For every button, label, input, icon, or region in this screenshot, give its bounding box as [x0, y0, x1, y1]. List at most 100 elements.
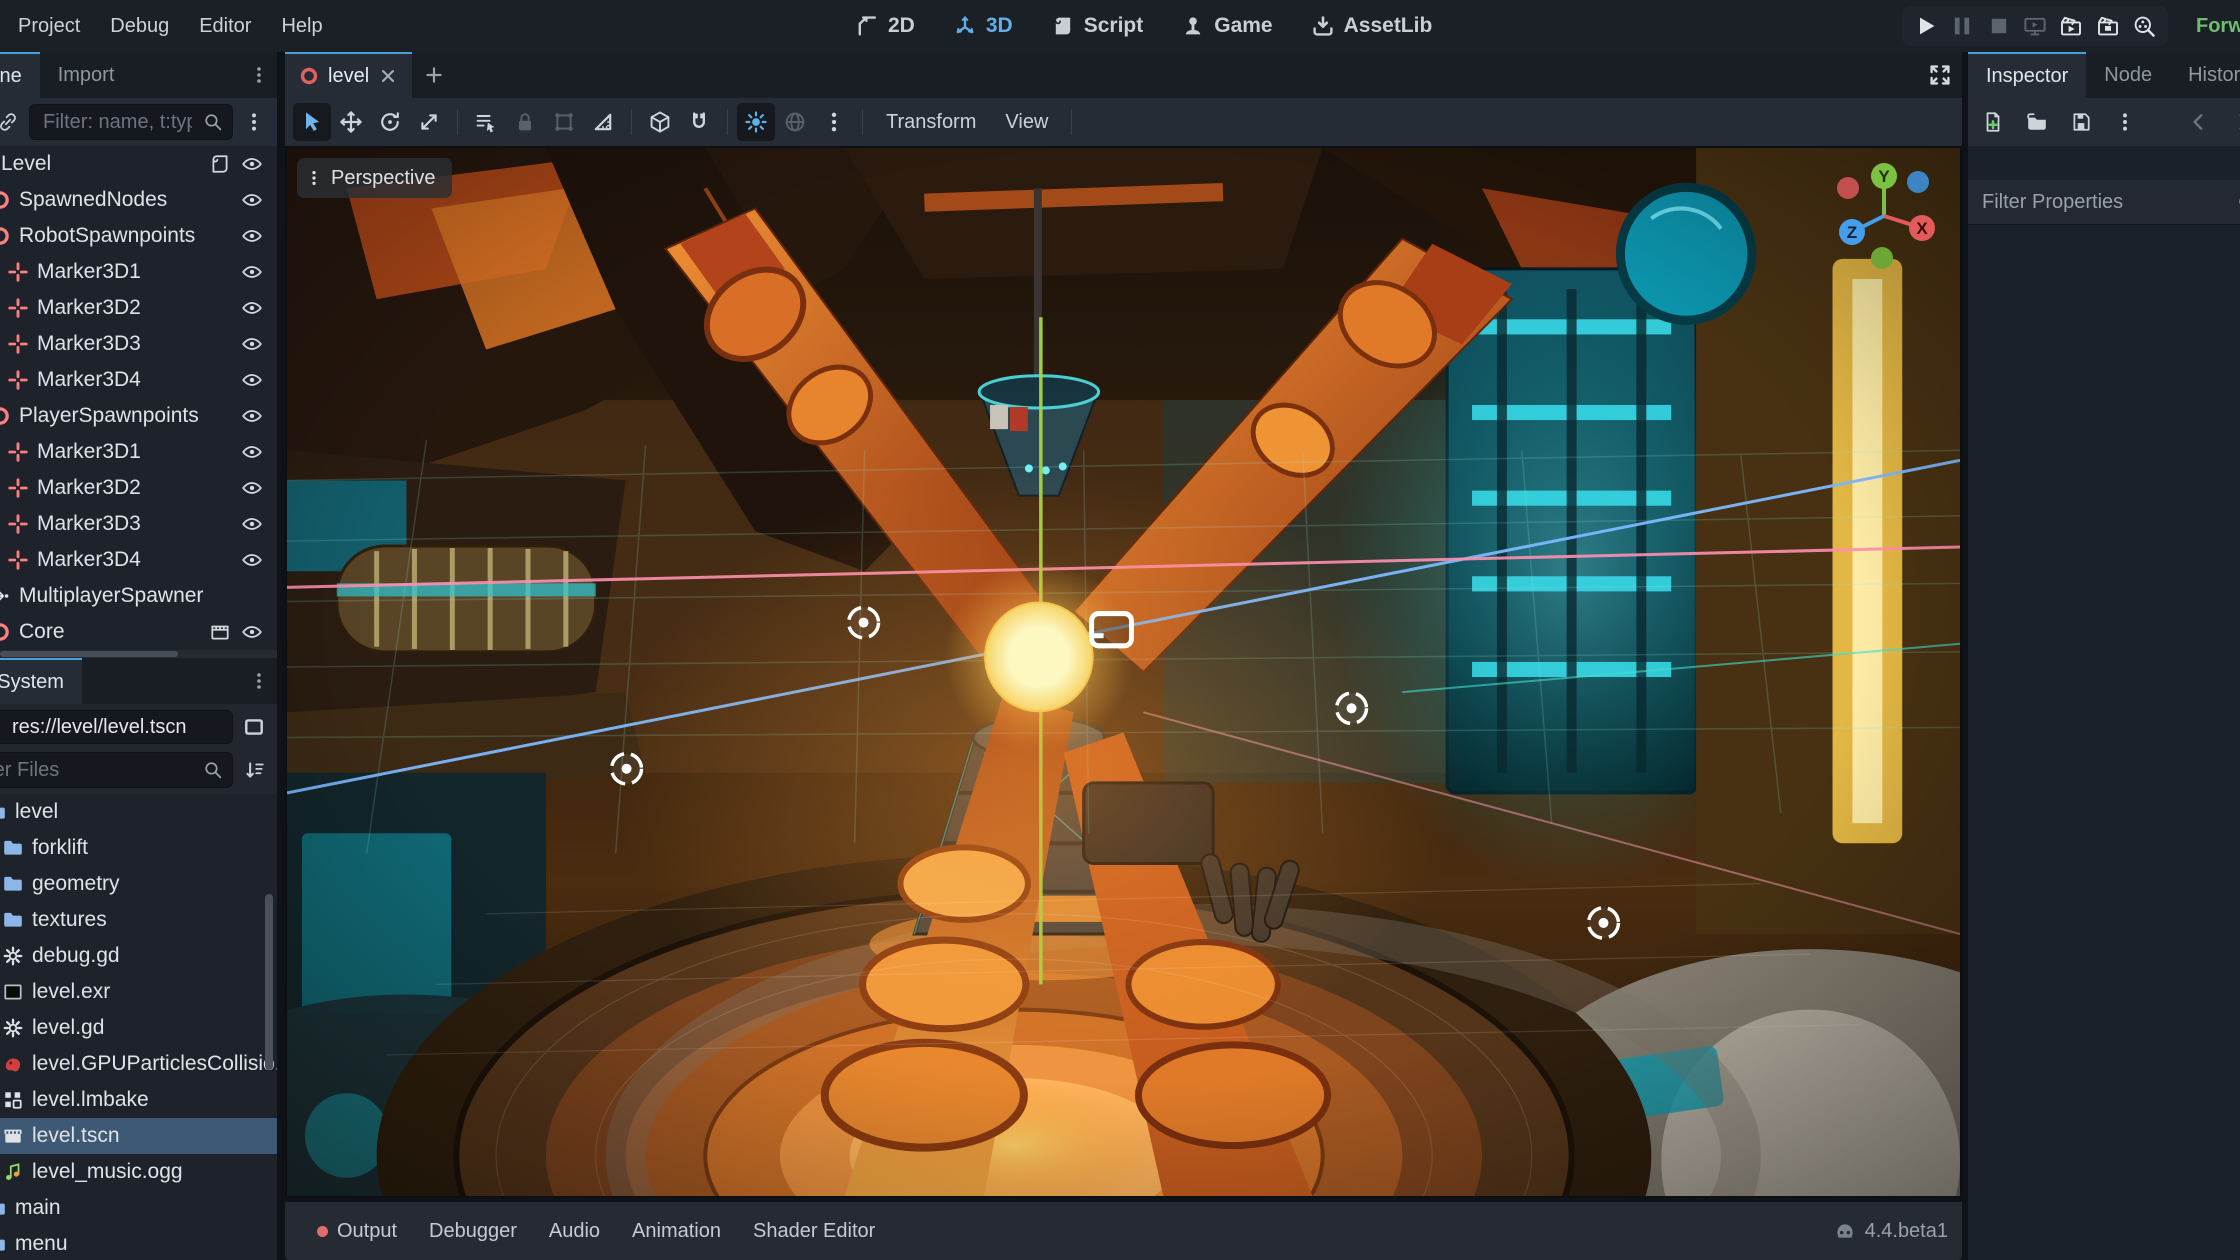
inspector-tab-node[interactable]: Node [2086, 52, 2170, 98]
inspector-tab-history[interactable]: History [2170, 52, 2240, 98]
scene-dock-tab-options[interactable] [249, 52, 269, 98]
inspector-filter[interactable]: Filter Properties [1968, 180, 2240, 225]
movie-maker-button[interactable] [2129, 11, 2159, 41]
perspective-menu[interactable]: Perspective [297, 158, 452, 198]
local-space-button[interactable] [641, 103, 679, 141]
menu-help[interactable]: Help [266, 0, 337, 52]
bottom-tab-audio[interactable]: Audio [533, 1220, 616, 1243]
history-forward-button[interactable] [2226, 105, 2240, 139]
scene-tree-row[interactable]: Marker3D3 [0, 506, 277, 542]
filesystem-dock-tab[interactable]: FileSystem [0, 658, 82, 704]
file-sort-button[interactable] [237, 753, 271, 787]
workspace-tab-2d[interactable]: 2D [855, 14, 915, 38]
file-row[interactable]: level_music.ogg [0, 1154, 277, 1190]
scene-tree-row[interactable]: Marker3D2 [0, 470, 277, 506]
list-select-tool[interactable] [467, 103, 505, 141]
filesystem-path-input[interactable] [0, 711, 232, 743]
new-resource-button[interactable] [1976, 105, 2010, 139]
scene-tree-row[interactable]: Marker3D1 [0, 254, 277, 290]
renderer-label[interactable]: Forward+ [2196, 0, 2240, 52]
instance-badge[interactable] [209, 621, 231, 643]
file-filter-input[interactable] [0, 753, 232, 787]
file-row[interactable]: debug.gd [0, 938, 277, 974]
scene-tree-row[interactable]: Marker3D2 [0, 290, 277, 326]
bottom-tab-output[interactable]: Output [301, 1220, 413, 1243]
workspace-tab-assetlib[interactable]: AssetLib [1311, 14, 1433, 38]
eye-badge[interactable] [241, 261, 263, 283]
play-custom-scene-button[interactable] [2093, 11, 2123, 41]
instantiate-scene-button[interactable] [0, 105, 25, 139]
toggle-split-mode-button[interactable] [237, 710, 271, 744]
eye-badge[interactable] [241, 333, 263, 355]
scene-dock-options-button[interactable] [237, 105, 271, 139]
scene-tree-row[interactable]: SpawnedNodes [0, 182, 277, 218]
eye-badge[interactable] [241, 441, 263, 463]
bottom-tab-debugger[interactable]: Debugger [413, 1220, 533, 1243]
scene-tree-row[interactable]: Marker3D4 [0, 542, 277, 578]
file-row[interactable]: level.gd [0, 1010, 277, 1046]
scene-tree-row[interactable]: MultiplayerSpawner [0, 578, 277, 614]
scene-tree-row[interactable]: PlayerSpawnpoints [0, 398, 277, 434]
rotate-tool[interactable] [371, 103, 409, 141]
scene-tree-row[interactable]: Core [0, 614, 277, 650]
workspace-tab-3d[interactable]: 3D [953, 14, 1013, 38]
eye-badge[interactable] [241, 513, 263, 535]
expand-viewport-button[interactable] [1928, 52, 1952, 98]
bottom-tab-animation[interactable]: Animation [616, 1220, 737, 1243]
file-row[interactable]: forklift [0, 830, 277, 866]
file-row[interactable]: level.tscn [0, 1118, 277, 1154]
scene-dock-tab-import[interactable]: Import [40, 52, 133, 98]
load-resource-button[interactable] [2020, 105, 2054, 139]
scene-tree-row[interactable]: Marker3D3 [0, 326, 277, 362]
eye-badge[interactable] [241, 477, 263, 499]
scene-tree-row[interactable]: Marker3D1 [0, 434, 277, 470]
menu-project[interactable]: Project [3, 0, 95, 52]
script-badge[interactable] [209, 153, 231, 175]
resource-options-button[interactable] [2108, 105, 2142, 139]
viewport-menu-view[interactable]: View [991, 111, 1062, 134]
file-row[interactable]: textures [0, 902, 277, 938]
close-scene-tab-icon[interactable] [378, 66, 398, 86]
filesystem-dock-tab-options[interactable] [249, 658, 269, 704]
scene-tree-hscrollbar[interactable] [0, 650, 277, 658]
file-row[interactable]: level.lmbake [0, 1082, 277, 1118]
file-row[interactable]: geometry [0, 866, 277, 902]
file-row[interactable]: main [0, 1190, 277, 1226]
eye-badge[interactable] [241, 549, 263, 571]
file-row[interactable]: level.exr [0, 974, 277, 1010]
file-list-scrollbar[interactable] [265, 894, 273, 1070]
scene-tree-row[interactable]: RobotSpawnpoints [0, 218, 277, 254]
new-scene-tab-button[interactable] [412, 52, 456, 98]
menu-editor[interactable]: Editor [184, 0, 266, 52]
scene-tree-row[interactable]: Marker3D4 [0, 362, 277, 398]
play-button[interactable] [1911, 11, 1941, 41]
move-tool[interactable] [332, 103, 370, 141]
eye-badge[interactable] [241, 225, 263, 247]
scale-tool[interactable] [410, 103, 448, 141]
scene-tree-row[interactable]: Level [0, 146, 277, 182]
snap-button[interactable] [680, 103, 718, 141]
eye-badge[interactable] [241, 189, 263, 211]
viewport-3d[interactable]: Perspective Y X Z [285, 146, 1962, 1198]
preview-sun-button[interactable] [737, 103, 775, 141]
file-row[interactable]: level.GPUParticlesCollisio... [0, 1046, 277, 1082]
save-resource-button[interactable] [2064, 105, 2098, 139]
eye-badge[interactable] [241, 297, 263, 319]
file-row[interactable]: level [0, 794, 277, 830]
eye-badge[interactable] [241, 405, 263, 427]
history-back-button[interactable] [2182, 105, 2216, 139]
scene-tab-level[interactable]: level [285, 52, 412, 98]
sun-environment-options[interactable] [815, 103, 853, 141]
eye-badge[interactable] [241, 369, 263, 391]
workspace-tab-game[interactable]: Game [1181, 14, 1272, 38]
scene-dock-tab-scene[interactable]: Scene [0, 52, 40, 98]
viewport-3d-scene[interactable] [287, 148, 1960, 1196]
play-scene-button[interactable] [2056, 11, 2086, 41]
menu-debug[interactable]: Debug [95, 0, 184, 52]
select-tool[interactable] [293, 103, 331, 141]
ruler-tool[interactable] [584, 103, 622, 141]
inspector-tab-inspector[interactable]: Inspector [1968, 52, 2086, 98]
workspace-tab-script[interactable]: Script [1051, 14, 1144, 38]
viewport-menu-transform[interactable]: Transform [872, 111, 990, 134]
eye-badge[interactable] [241, 621, 263, 643]
